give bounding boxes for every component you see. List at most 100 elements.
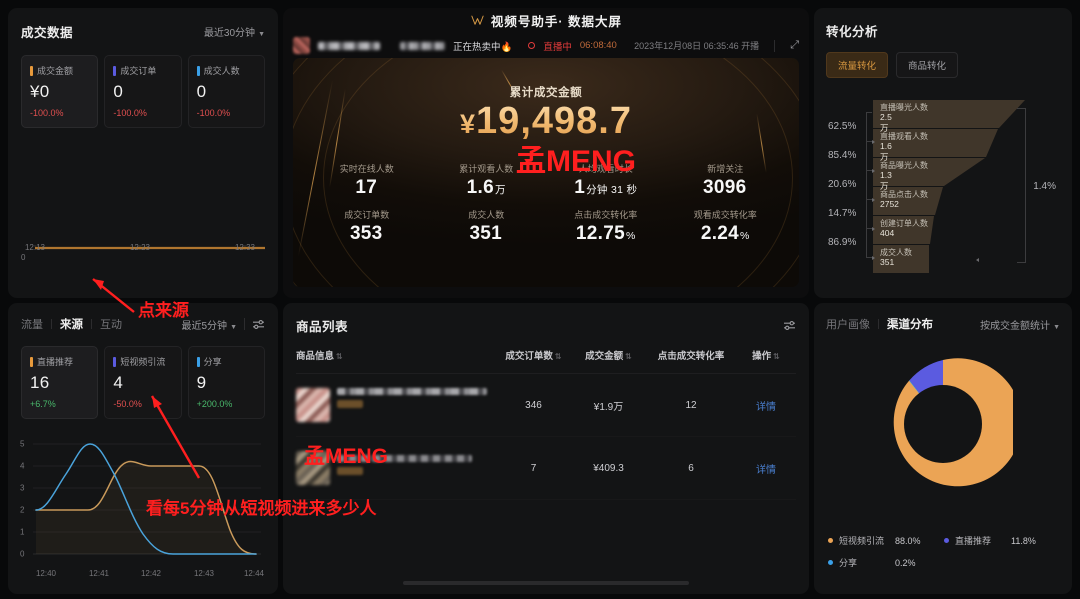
- deal-sparkline-axis: 12:13 12:23 12:33: [25, 243, 265, 252]
- channel-stat-label: 按成交金额统计: [980, 320, 1051, 332]
- legend-dot-icon: [944, 538, 949, 543]
- legend-row-1: 短视频引流 88.0% 直播推荐 11.8%: [828, 534, 1060, 547]
- tab-interaction[interactable]: 互动: [92, 316, 130, 332]
- detail-link[interactable]: 详情: [756, 465, 776, 476]
- deal-card-buyers-label-row: 成交人数: [196, 64, 256, 77]
- tab-traffic[interactable]: 流量: [21, 316, 51, 332]
- y-tick-3: 3: [20, 483, 25, 493]
- deal-card-amount[interactable]: 成交金额 ¥0 -100.0%: [21, 55, 99, 128]
- legend-share-label: 分享: [839, 558, 858, 568]
- cell-orders: 7: [496, 436, 571, 500]
- channel-stat-selector[interactable]: 按成交金额统计 ▼: [980, 317, 1060, 332]
- detail-link[interactable]: 详情: [756, 402, 776, 413]
- live-dot-icon: [528, 42, 536, 49]
- source-range-selector[interactable]: 最近5分钟 ▼: [182, 317, 238, 332]
- goods-panel-header: 商品列表: [296, 316, 796, 335]
- metrics-block: 实时在线人数 17 累计观看人数 1.6万 人均观看时长 1分钟 31 秒 新增…: [293, 162, 799, 245]
- color-marker-icon: [196, 356, 200, 367]
- x-tick-4: 12:44: [243, 569, 265, 578]
- deal-card-buyers-value: 0: [196, 82, 207, 101]
- goods-table: 商品信息 ⇅ 成交订单数 ⇅ 成交金额 ⇅ 点击成交转化率 操作 ⇅ 346 ¥…: [296, 348, 796, 500]
- brand-title: 视频号助手· 数据大屏: [490, 15, 623, 29]
- source-header-right: 最近5分钟 ▼: [182, 317, 266, 332]
- divider: [244, 318, 245, 330]
- metric-orders-label: 成交订单数: [344, 210, 390, 220]
- deal-tick-2: 12:33: [234, 243, 255, 252]
- source-card-share[interactable]: 分享 9 +200.0%: [187, 346, 265, 419]
- source-line-chart: 5 4 3 2 1 0 12:40 12:41 12:42 12:43 12:4…: [16, 438, 270, 579]
- legend-item-short-video: 短视频引流 88.0%: [828, 534, 944, 547]
- sort-icon: ⇅: [773, 352, 780, 361]
- source-card-short-video-delta: -50.0%: [113, 399, 142, 409]
- col-click-conversion-label: 点击成交转化率: [657, 351, 725, 362]
- dashboard-root: 成交数据 最近30分钟 ▼ 成交金额 ¥0 -100.0% 成交订单 0 -10…: [0, 0, 1080, 599]
- metric-buyers-label: 成交人数: [468, 210, 505, 220]
- color-marker-icon: [196, 65, 200, 76]
- tab-channel-distribution[interactable]: 渠道分布: [879, 316, 941, 332]
- funnel-step-3-value: 2752: [880, 199, 899, 209]
- settings-sliders-icon[interactable]: [252, 319, 265, 330]
- x-tick-0: 12:40: [35, 569, 57, 578]
- tab-traffic-conversion[interactable]: 流量转化: [826, 52, 889, 78]
- x-tick-1: 12:41: [88, 569, 110, 578]
- source-card-live-recommend[interactable]: 直播推荐 16 +6.7%: [21, 346, 99, 419]
- metric-click-conv-unit: %: [625, 230, 636, 242]
- live-start-time: 2023年12月08日 06:35:46 开播: [634, 41, 760, 51]
- legend-share-value: 0.2%: [895, 557, 916, 568]
- cell-product-info: [296, 436, 496, 500]
- cell-action: 详情: [736, 373, 796, 437]
- legend-item-spacer: [944, 556, 1060, 569]
- gmv-label: 累计成交金额: [509, 87, 583, 99]
- table-row[interactable]: 346 ¥1.9万 12 详情: [296, 373, 796, 437]
- source-card-share-label: 分享: [203, 357, 222, 367]
- col-amount-label: 成交金额: [585, 351, 624, 362]
- tab-product-conversion[interactable]: 商品转化: [896, 52, 959, 78]
- y-tick-5: 5: [20, 439, 25, 449]
- funnel-arrow-icon: [872, 198, 875, 202]
- cell-amount: ¥1.9万: [571, 373, 646, 437]
- donut-center-hole: [904, 385, 982, 463]
- deal-card-buyers[interactable]: 成交人数 0 -100.0%: [187, 55, 265, 128]
- col-action-label: 操作: [752, 351, 772, 362]
- y-tick-1: 1: [20, 527, 25, 537]
- col-orders[interactable]: 成交订单数 ⇅: [496, 348, 571, 374]
- metric-viewers-label: 累计观看人数: [459, 164, 514, 174]
- deal-card-orders[interactable]: 成交订单 0 -100.0%: [104, 55, 182, 128]
- goods-list-panel: 商品列表 商品信息⇅ 成交订单数⇅ 成交金额⇅ 点击成交转化率 操作⇅: [283, 303, 809, 594]
- legend-dot-icon: [828, 538, 833, 543]
- source-card-short-video[interactable]: 短视频引流 4 -50.0%: [104, 346, 182, 419]
- legend-row-2: 分享 0.2%: [828, 556, 1060, 569]
- deal-card-buyers-delta: -100.0%: [196, 108, 231, 118]
- deal-range-selector[interactable]: 最近30分钟 ▼: [204, 24, 265, 39]
- metric-online: 实时在线人数 17: [307, 162, 427, 199]
- funnel-step-4-value: 404: [880, 228, 895, 238]
- color-marker-icon: [113, 65, 117, 76]
- metric-duration-value: 1分钟 31 秒: [546, 177, 666, 199]
- tab-source[interactable]: 来源: [52, 316, 91, 332]
- metric-followers-number: 3096: [703, 177, 747, 198]
- col-amount[interactable]: 成交金额 ⇅: [571, 348, 646, 374]
- product-title-redacted: [337, 455, 472, 462]
- col-product-info[interactable]: 商品信息 ⇅: [296, 348, 496, 374]
- line-chart-svg: [33, 443, 261, 555]
- col-action[interactable]: 操作 ⇅: [736, 348, 796, 374]
- source-card-share-value: 9: [196, 373, 207, 392]
- metric-duration-unit: 分钟 31 秒: [586, 184, 638, 196]
- legend-live-recommend-value: 11.8%: [1011, 535, 1036, 546]
- metric-online-number: 17: [355, 177, 378, 198]
- product-tag-redacted: [337, 400, 363, 408]
- y-tick-4: 4: [20, 461, 25, 471]
- cell-product-info: [296, 373, 496, 437]
- horizontal-scrollbar[interactable]: [403, 581, 689, 585]
- settings-sliders-icon[interactable]: [783, 320, 796, 331]
- funnel-rate-0: 62.5%: [828, 121, 857, 132]
- x-tick-2: 12:42: [140, 569, 162, 578]
- funnel-bracket: [866, 112, 872, 142]
- tab-user-profile[interactable]: 用户画像: [826, 316, 878, 332]
- table-row[interactable]: 7 ¥409.3 6 详情: [296, 436, 796, 500]
- fullscreen-icon[interactable]: ⤢: [790, 39, 799, 52]
- sort-icon: ⇅: [336, 352, 343, 361]
- goods-table-body: 346 ¥1.9万 12 详情 7 ¥409.3 6 详情: [296, 373, 796, 500]
- source-card-share-label-row: 分享: [196, 355, 256, 368]
- col-click-conversion[interactable]: 点击成交转化率: [646, 348, 736, 374]
